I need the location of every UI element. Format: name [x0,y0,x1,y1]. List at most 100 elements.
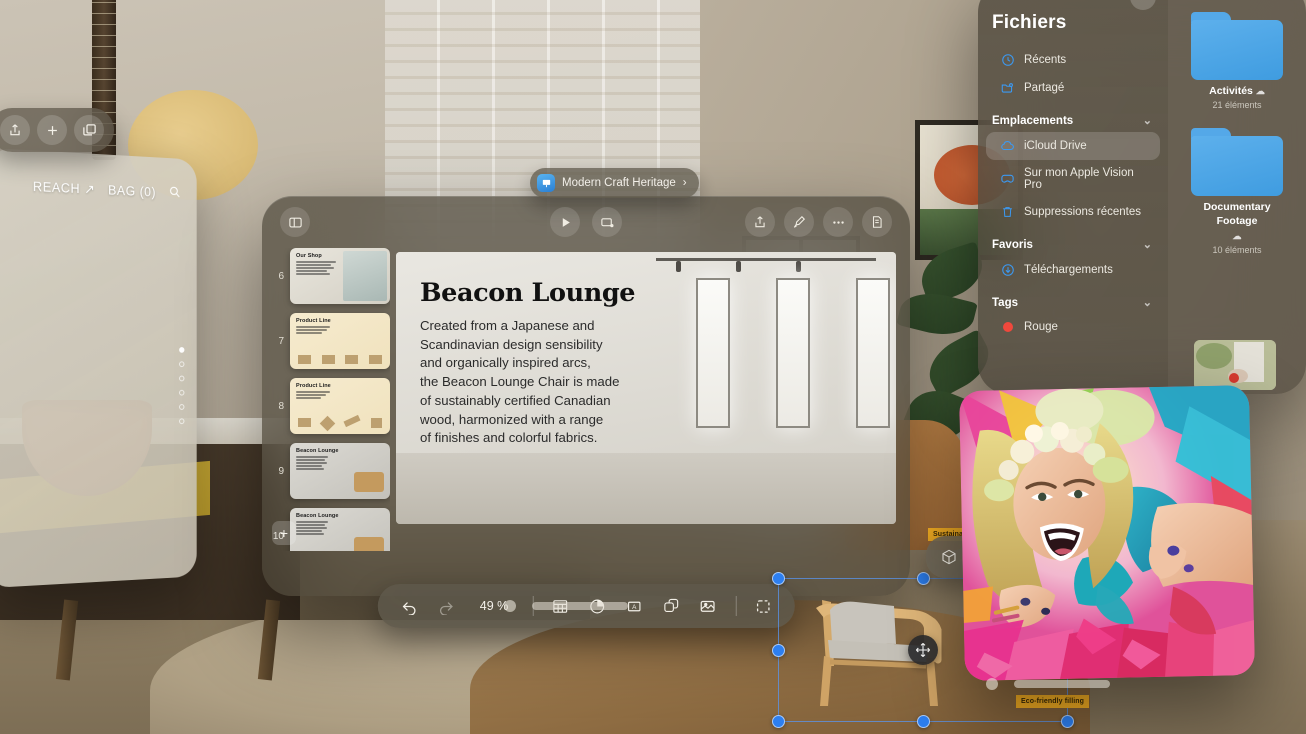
selection-handle-bc[interactable] [917,715,930,728]
playback-controls[interactable] [550,207,622,237]
slide-text-block[interactable]: Beacon Lounge Created from a Japanese an… [420,278,654,448]
document-title-pill[interactable]: Modern Craft Heritage › [530,168,699,198]
keynote-app-icon [537,174,555,192]
chevron-down-icon[interactable]: ⌄ [1143,114,1152,127]
svg-text:A: A [632,603,637,610]
keynote-window-controls[interactable] [504,600,628,612]
redo-icon[interactable] [429,591,463,621]
sidebar-item-icloud-drive[interactable]: iCloud Drive [986,132,1160,160]
folder-item-count: 10 éléments [1212,245,1261,255]
slide-row[interactable]: 8 Product Line [268,378,390,434]
document-title: Modern Craft Heritage [562,177,676,189]
chevron-down-icon[interactable]: ⌄ [1143,238,1152,251]
sidebar-item-label: Sur mon Apple Vision Pro [1024,167,1150,191]
chevron-right-icon[interactable]: › [683,177,687,189]
reach-link[interactable]: REACH ↗ [33,179,95,198]
sidebar-item-recently-deleted[interactable]: Suppressions récentes [986,198,1160,226]
sidebar-group-emplacements[interactable]: Emplacements ⌄ [978,102,1168,132]
share-icon[interactable] [0,115,30,145]
cloud-icon [1000,139,1015,153]
photo-content [959,385,1255,681]
files-grid[interactable]: Activités ☁ 21 éléments Documentary Foot… [1168,0,1306,394]
slide-row[interactable]: 6 Our Shop [268,248,390,304]
toolbar-divider [735,596,736,616]
play-icon[interactable] [550,207,580,237]
files-sidebar[interactable]: ••• Fichiers Récents Partagé Emplacement… [978,0,1168,394]
bag-link[interactable]: BAG (0) [108,183,156,200]
slide-thumbnail[interactable]: Product Line [290,378,390,434]
media-icon[interactable] [691,591,725,621]
slide-row[interactable]: 9 Beacon Lounge [268,443,390,499]
safari-window-toolbar[interactable] [0,108,114,152]
present-icon[interactable] [592,207,622,237]
slide-thumbnail[interactable]: Product Line [290,313,390,369]
files-window[interactable]: ••• Fichiers Récents Partagé Emplacement… [978,0,1306,394]
download-icon [1000,263,1015,277]
cube-3d-icon[interactable] [934,542,964,572]
cloud-download-icon: ☁ [1233,231,1242,243]
document-icon[interactable] [862,207,892,237]
callout-badge[interactable]: Eco-friendly filling [1016,695,1089,708]
slide-title: Beacon Lounge [420,278,654,308]
slide-body-text: Created from a Japanese and Scandinavian… [420,317,654,448]
share-icon[interactable] [745,207,775,237]
undo-icon[interactable] [392,591,426,621]
folder-icon [1191,128,1283,196]
document-actions[interactable] [745,207,892,237]
slide-thumbnail[interactable]: Beacon Lounge [290,508,390,551]
slide-navigator[interactable]: 6 Our Shop 7 Product Line 8 Product Line… [262,248,390,551]
window-grab-bar[interactable] [532,602,628,610]
safari-window[interactable]: REACH ↗ BAG (0) [0,148,197,588]
chevron-down-icon[interactable]: ⌄ [1143,296,1152,309]
close-window-button[interactable] [504,600,516,612]
sidebar-item-tag-rouge[interactable]: Rouge [986,314,1160,340]
close-window-button[interactable] [986,678,998,690]
media-file-thumbnail[interactable] [1194,340,1276,390]
sidebar-group-favoris[interactable]: Favoris ⌄ [978,226,1168,256]
photos-window-controls[interactable] [986,678,1110,690]
add-slide-button[interactable]: + [272,521,296,545]
keynote-toolbar[interactable] [262,196,910,248]
slide-thumbnail[interactable]: Our Shop [290,248,390,304]
folder-item-count: 21 éléments [1212,100,1261,110]
sidebar-item-recents[interactable]: Récents [986,46,1160,74]
sidebar-group-tags[interactable]: Tags ⌄ [978,284,1168,314]
product-hero-image [0,377,197,588]
selection-handle-ml[interactable] [772,644,785,657]
slide-number: 7 [268,336,284,347]
sidebar-item-label: Suppressions récentes [1024,206,1141,218]
folder-item[interactable]: Documentary Footage ☁ 10 éléments [1168,128,1306,254]
folder-name: Documentary Footage [1189,201,1285,228]
move-rotate-icon[interactable] [908,635,938,665]
vision-pro-icon [1000,173,1015,185]
slide-thumb-title: Product Line [296,383,331,389]
tabs-icon[interactable] [74,115,104,145]
slide-canvas[interactable]: Beacon Lounge Created from a Japanese an… [396,252,896,524]
sidebar-item-label: iCloud Drive [1024,140,1087,152]
sidebar-toggle-icon[interactable] [280,207,310,237]
selection-handle-tc[interactable] [917,572,930,585]
window-grab-bar[interactable] [1014,680,1110,688]
selection-handle-tl[interactable] [772,572,785,585]
slide-number: 8 [268,401,284,412]
slide-row[interactable]: 7 Product Line [268,313,390,369]
sidebar-item-downloads[interactable]: Téléchargements [986,256,1160,284]
shape-icon[interactable] [654,591,688,621]
cloud-download-icon: ☁ [1256,86,1265,98]
more-icon[interactable] [823,207,853,237]
photos-window[interactable] [959,385,1255,681]
group-title: Emplacements [992,115,1073,127]
plus-icon[interactable] [37,115,67,145]
sidebar-item-label: Téléchargements [1024,264,1113,276]
insert-placeholder-icon[interactable] [746,591,780,621]
keynote-window[interactable]: Modern Craft Heritage › 6 Our Shop 7 Pro… [262,196,910,596]
format-brush-icon[interactable] [784,207,814,237]
selection-handle-bl[interactable] [772,715,785,728]
sidebar-item-on-my-vision-pro[interactable]: Sur mon Apple Vision Pro [986,160,1160,198]
search-icon[interactable] [169,185,181,202]
selection-handle-br[interactable] [1061,715,1074,728]
slide-thumbnail[interactable]: Beacon Lounge [290,443,390,499]
sidebar-item-shared[interactable]: Partagé [986,74,1160,102]
folder-item[interactable]: Activités ☁ 21 éléments [1168,12,1306,110]
tag-dot-icon [1000,322,1015,332]
